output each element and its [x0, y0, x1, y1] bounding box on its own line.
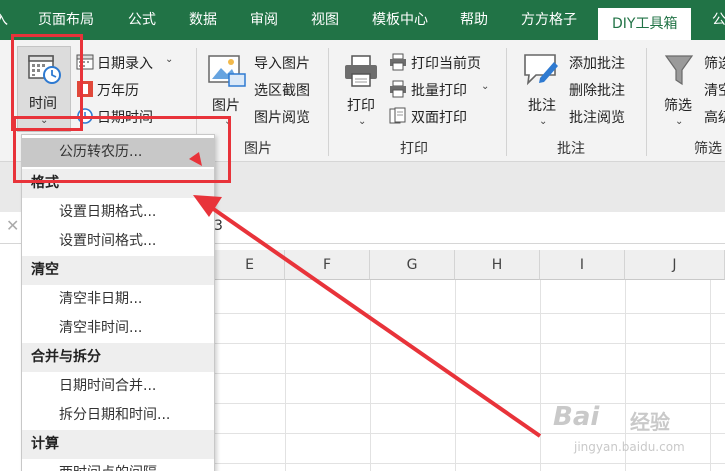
- excel-window: 入 页面布局 公式 数据 审阅 视图 模板中心 帮助 方方格子 DIY工具箱 公…: [0, 0, 725, 471]
- annotation-arrow-icon: [189, 152, 542, 438]
- watermark-url: jingyan.baidu.com: [574, 440, 685, 454]
- watermark-logo: Bai: [553, 402, 600, 432]
- watermark-logo-suffix: 经验: [630, 410, 670, 434]
